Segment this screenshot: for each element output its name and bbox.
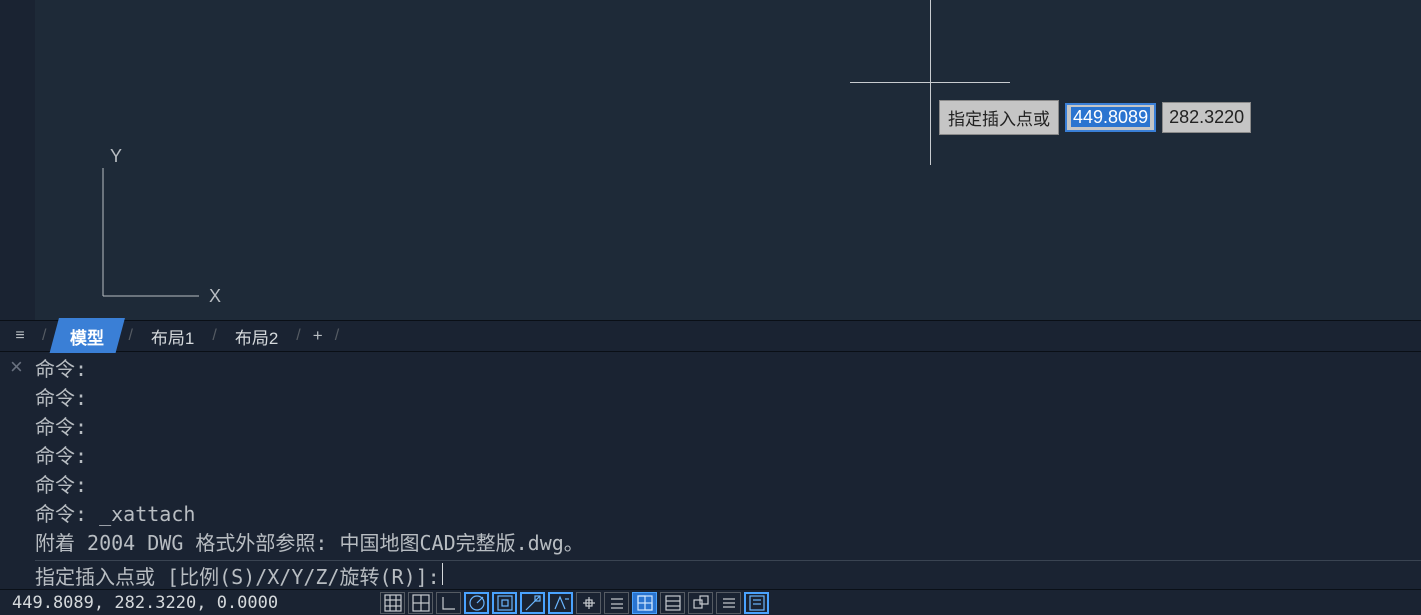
tooltip-y-value: 282.3220 xyxy=(1162,102,1251,133)
tooltip-prompt: 指定插入点或 xyxy=(939,100,1059,135)
lineweight-toggle[interactable] xyxy=(604,592,629,614)
quick-properties-toggle[interactable] xyxy=(744,592,769,614)
dynamic-input-toggle[interactable] xyxy=(548,592,573,614)
transparency-toggle[interactable] xyxy=(632,592,657,614)
tooltip-x-input[interactable]: 449.8089 xyxy=(1065,103,1156,132)
command-history-line: 附着 2004 DWG 格式外部参照: 中国地图CAD完整版.dwg。 xyxy=(35,529,1421,558)
tab-separator: / xyxy=(294,327,302,345)
command-window[interactable]: 命令: 命令: 命令: 命令: 命令: 命令: _xattach 附着 2004… xyxy=(35,353,1421,587)
ortho-mode-toggle[interactable] xyxy=(436,592,461,614)
svg-text:X: X xyxy=(209,286,221,306)
status-coordinates[interactable]: 449.8089, 282.3220, 0.0000 xyxy=(0,593,380,613)
ucs-icon: Y X xyxy=(89,148,229,308)
dynamic-input-tooltip: 指定插入点或 449.8089 282.3220 xyxy=(939,100,1251,135)
tab-separator: / xyxy=(40,327,48,345)
command-history-line: 命令: _xattach xyxy=(35,500,1421,529)
tab-layout2[interactable]: 布局2 xyxy=(219,318,294,355)
cycling-toggle[interactable] xyxy=(576,592,601,614)
tab-separator: / xyxy=(210,327,218,345)
command-history-line: 命令: xyxy=(35,442,1421,471)
command-history-line: 命令: xyxy=(35,413,1421,442)
command-history-line: 命令: xyxy=(35,384,1421,413)
status-toggles xyxy=(380,592,769,614)
svg-text:Y: Y xyxy=(110,148,122,166)
tab-add-button[interactable]: + xyxy=(303,322,333,350)
tabbar-menu-icon[interactable]: ≡ xyxy=(0,327,40,345)
properties-toggle[interactable] xyxy=(660,592,685,614)
tab-model[interactable]: 模型 xyxy=(49,318,125,355)
tab-separator: / xyxy=(126,327,134,345)
command-history-line: 命令: xyxy=(35,471,1421,500)
drawing-canvas[interactable]: 指定插入点或 449.8089 282.3220 Y X xyxy=(35,0,1421,320)
grid-display-toggle[interactable] xyxy=(380,592,405,614)
dynamic-ucs-toggle[interactable] xyxy=(716,592,741,614)
command-input[interactable]: 指定插入点或 [比例(S)/X/Y/Z/旋转(R)]: xyxy=(35,560,1421,592)
snap-mode-toggle[interactable] xyxy=(408,592,433,614)
command-history-line: 命令: xyxy=(35,355,1421,384)
tab-layout1[interactable]: 布局1 xyxy=(135,318,210,355)
polar-tracking-toggle[interactable] xyxy=(464,592,489,614)
tab-separator: / xyxy=(333,327,341,345)
object-snap-toggle[interactable] xyxy=(492,592,517,614)
close-commandline-icon[interactable]: × xyxy=(10,354,23,380)
object-snap-tracking-toggle[interactable] xyxy=(520,592,545,614)
selection-cycling-toggle[interactable] xyxy=(688,592,713,614)
layout-tabbar: ≡ / 模型 / 布局1 / 布局2 / + / xyxy=(0,320,1421,352)
status-bar: 449.8089, 282.3220, 0.0000 xyxy=(0,589,1421,615)
